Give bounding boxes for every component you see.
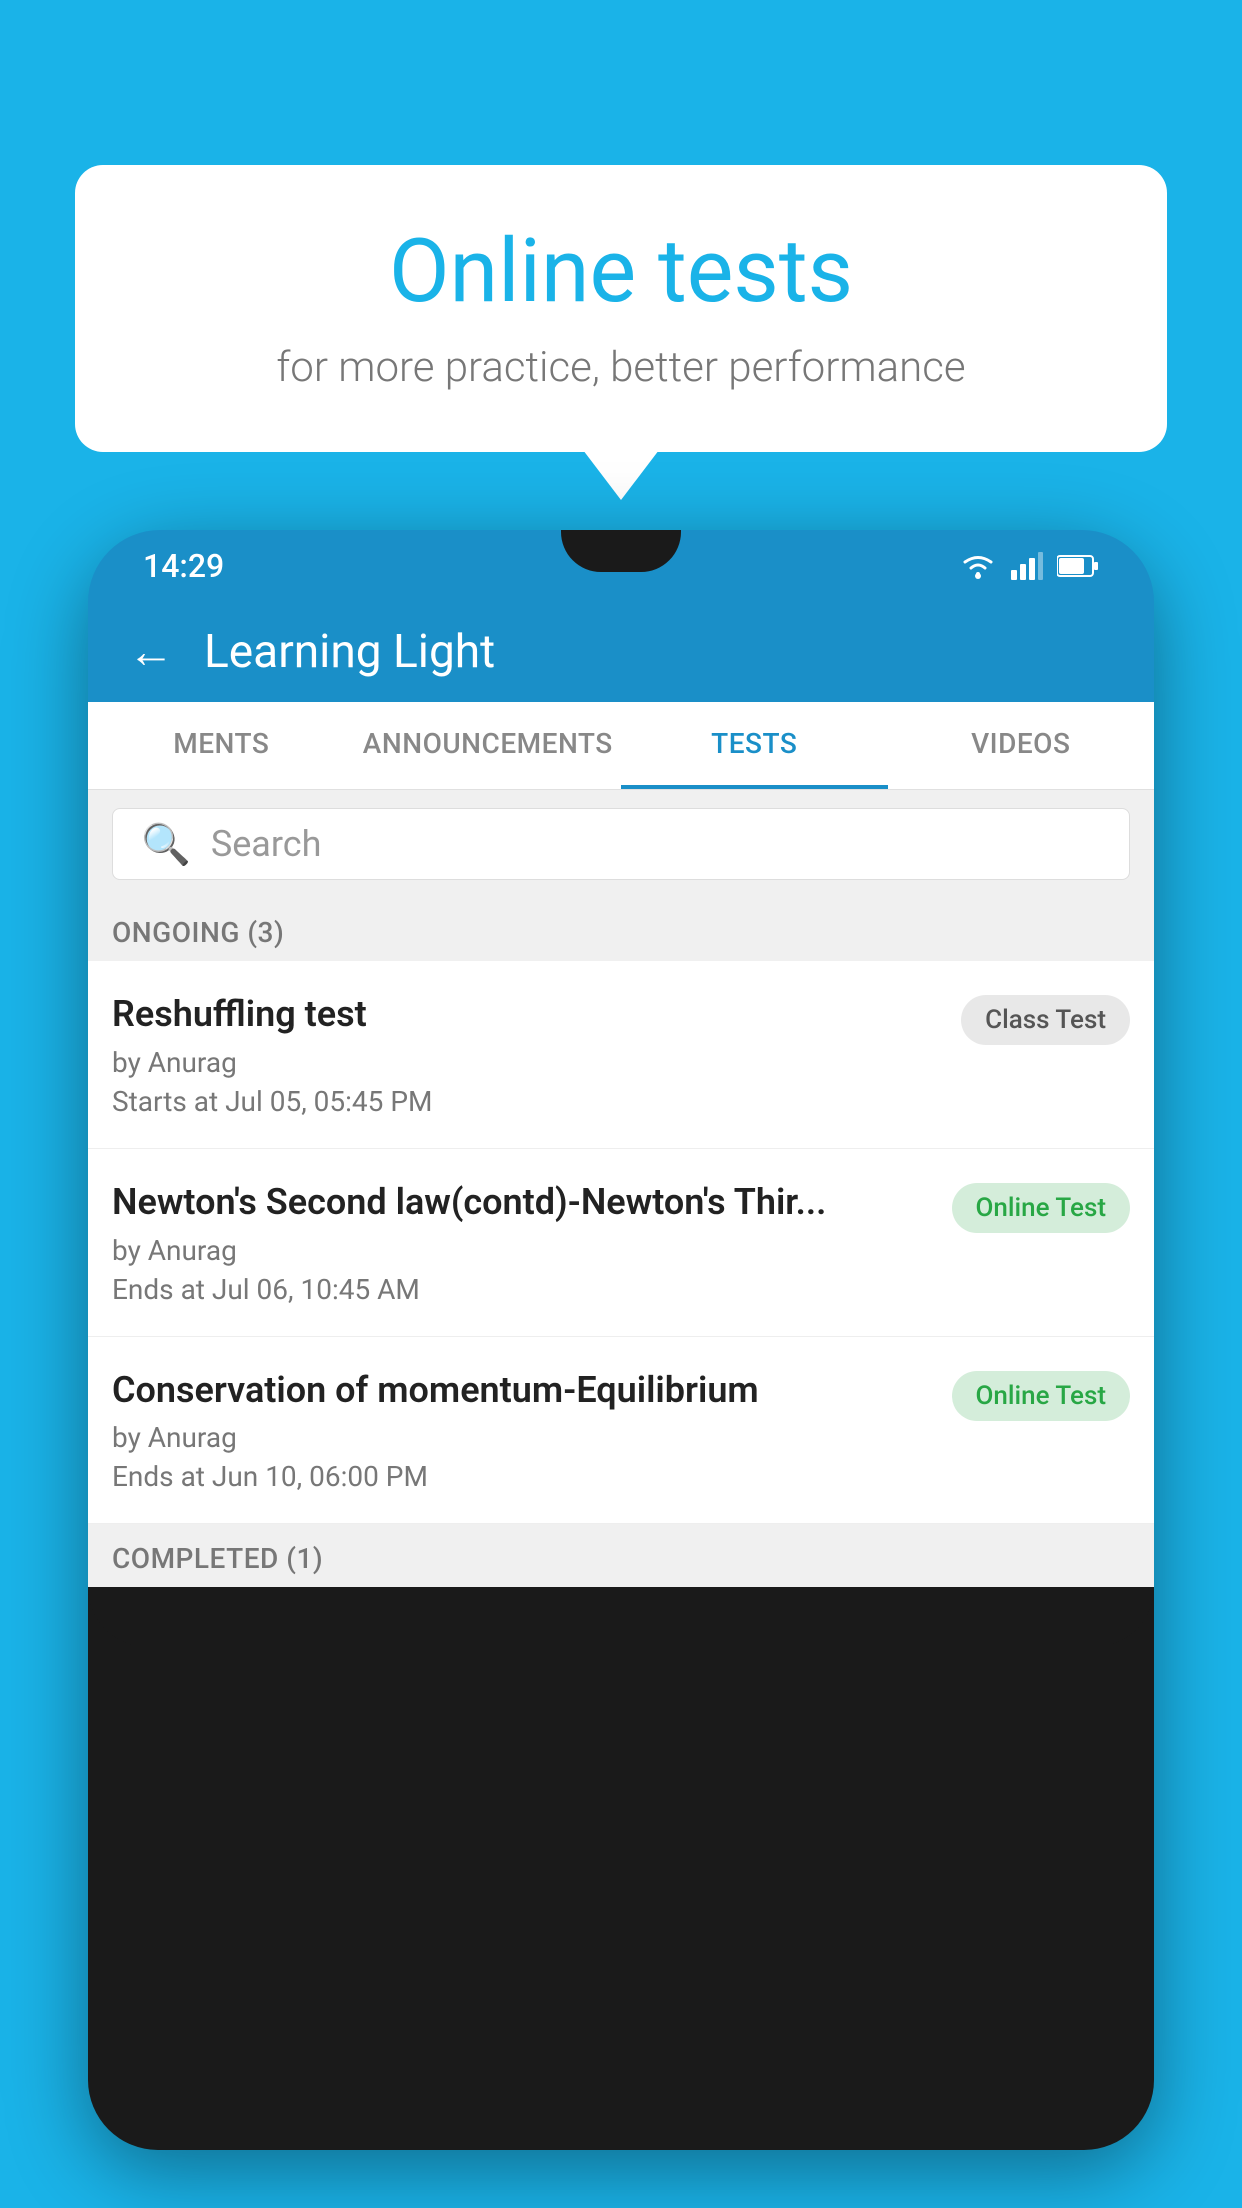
test-date-2: Ends at Jul 06, 10:45 AM xyxy=(112,1273,932,1306)
speech-bubble: Online tests for more practice, better p… xyxy=(75,165,1167,452)
phone-bottom xyxy=(88,1587,1154,1647)
search-icon: 🔍 xyxy=(141,821,191,868)
completed-section-header: COMPLETED (1) xyxy=(88,1524,1154,1587)
test-item[interactable]: Conservation of momentum-Equilibrium by … xyxy=(88,1337,1154,1525)
phone-frame: 14:29 xyxy=(88,530,1154,2150)
test-by-1: by Anurag xyxy=(112,1046,941,1079)
status-icons xyxy=(959,552,1099,580)
phone-container: 14:29 xyxy=(88,530,1154,2208)
test-info-3: Conservation of momentum-Equilibrium by … xyxy=(112,1367,932,1494)
notch xyxy=(561,530,681,572)
bubble-subtitle: for more practice, better performance xyxy=(135,343,1107,392)
test-badge-1: Class Test xyxy=(961,995,1130,1045)
test-by-2: by Anurag xyxy=(112,1234,932,1267)
ongoing-section-header: ONGOING (3) xyxy=(88,898,1154,961)
search-container: 🔍 Search xyxy=(88,790,1154,898)
status-time: 14:29 xyxy=(143,547,224,585)
test-info-2: Newton's Second law(contd)-Newton's Thir… xyxy=(112,1179,932,1306)
test-name-3: Conservation of momentum-Equilibrium xyxy=(112,1367,932,1414)
test-info-1: Reshuffling test by Anurag Starts at Jul… xyxy=(112,991,941,1118)
tab-announcements[interactable]: ANNOUNCEMENTS xyxy=(355,702,622,789)
app-title: Learning Light xyxy=(204,625,495,679)
tab-videos[interactable]: VIDEOS xyxy=(888,702,1155,789)
completed-label: COMPLETED (1) xyxy=(112,1542,323,1575)
battery-icon xyxy=(1057,554,1099,578)
back-button[interactable]: ← xyxy=(128,629,174,675)
test-name-2: Newton's Second law(contd)-Newton's Thir… xyxy=(112,1179,932,1226)
test-badge-2: Online Test xyxy=(952,1183,1131,1233)
test-item[interactable]: Reshuffling test by Anurag Starts at Jul… xyxy=(88,961,1154,1149)
test-item[interactable]: Newton's Second law(contd)-Newton's Thir… xyxy=(88,1149,1154,1337)
signal-icon xyxy=(1011,552,1043,580)
tabs-bar: MENTS ANNOUNCEMENTS TESTS VIDEOS xyxy=(88,702,1154,790)
test-badge-3: Online Test xyxy=(952,1371,1131,1421)
tab-tests[interactable]: TESTS xyxy=(621,702,888,789)
test-by-3: by Anurag xyxy=(112,1421,932,1454)
test-date-3: Ends at Jun 10, 06:00 PM xyxy=(112,1460,932,1493)
app-header: ← Learning Light xyxy=(88,602,1154,702)
test-date-1: Starts at Jul 05, 05:45 PM xyxy=(112,1085,941,1118)
tab-ments[interactable]: MENTS xyxy=(88,702,355,789)
wifi-icon xyxy=(959,552,997,580)
search-placeholder: Search xyxy=(211,823,322,865)
search-bar[interactable]: 🔍 Search xyxy=(112,808,1130,880)
status-bar: 14:29 xyxy=(88,530,1154,602)
ongoing-label: ONGOING (3) xyxy=(112,916,284,949)
bubble-title: Online tests xyxy=(135,220,1107,323)
test-name-1: Reshuffling test xyxy=(112,991,941,1038)
test-list: Reshuffling test by Anurag Starts at Jul… xyxy=(88,961,1154,1524)
